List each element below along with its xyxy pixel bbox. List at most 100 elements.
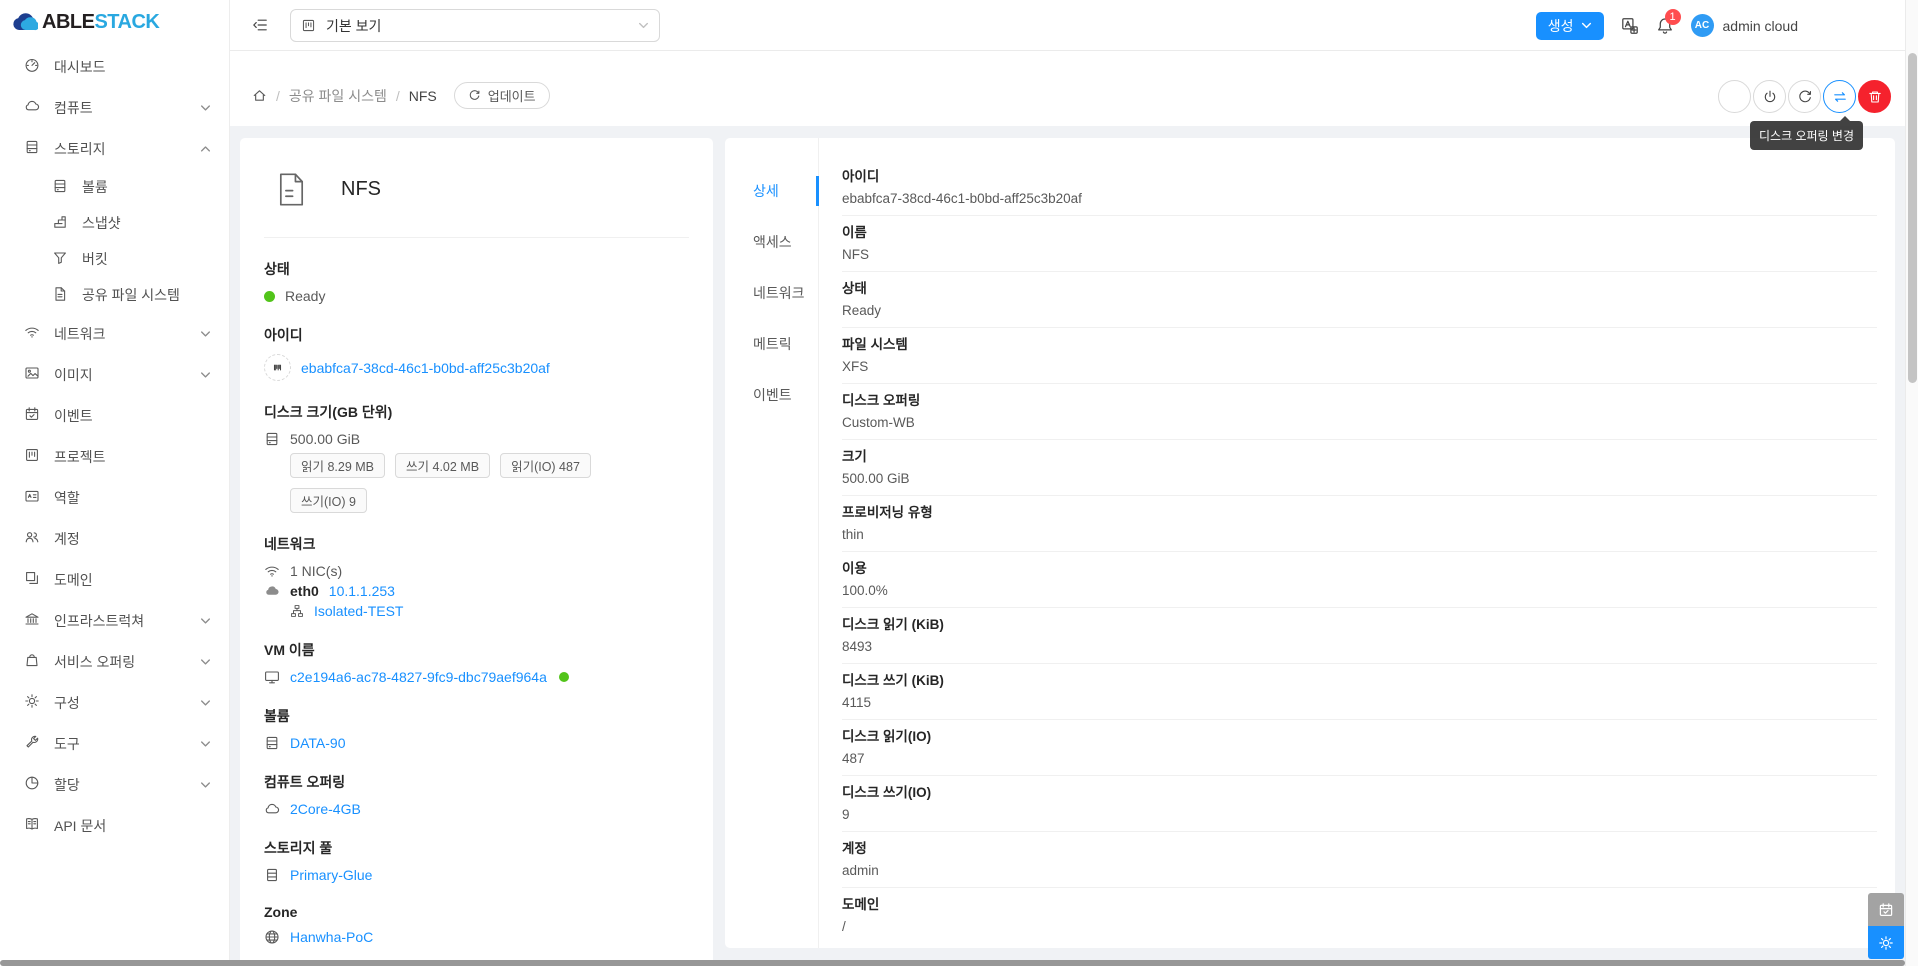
sidebar: ABLESTACK 대시보드 컴퓨트 스토리지 볼륨 스냅샷 버킷 공유 파일 … xyxy=(0,0,230,966)
vertical-scrollbar-thumb[interactable] xyxy=(1908,53,1917,383)
sidebar-nav: 대시보드 컴퓨트 스토리지 볼륨 스냅샷 버킷 공유 파일 시스템 네트워크 이… xyxy=(0,44,229,846)
horizontal-scrollbar-thumb[interactable] xyxy=(0,960,1905,966)
notification-badge: 1 xyxy=(1664,8,1681,25)
pie-chart-icon xyxy=(24,775,40,794)
gear-icon xyxy=(24,693,40,712)
chevron-down-icon xyxy=(200,102,211,113)
network-name-row: Isolated-TEST xyxy=(290,603,689,619)
delete-button[interactable] xyxy=(1858,80,1891,113)
zone-label: Zone xyxy=(264,904,298,920)
sidebar-item-domains[interactable]: 도메인 xyxy=(0,559,229,600)
sidebar-item-api-docs[interactable]: API 문서 xyxy=(0,805,229,846)
vm-link[interactable]: c2e194a6-ac78-4827-9fc9-dbc79aef964a xyxy=(290,669,547,685)
network-name-link[interactable]: Isolated-TEST xyxy=(314,603,403,619)
dashboard-icon xyxy=(24,57,40,76)
sidebar-item-buckets[interactable]: 버킷 xyxy=(0,241,229,277)
detail-row: 디스크 읽기 (KiB) 8493 xyxy=(842,608,1877,664)
nic-ip-link[interactable]: 10.1.1.253 xyxy=(329,583,395,599)
volume-link[interactable]: DATA-90 xyxy=(290,735,346,751)
view-selector[interactable]: 기본 보기 xyxy=(290,9,660,42)
vm-row: c2e194a6-ac78-4827-9fc9-dbc79aef964a xyxy=(264,669,689,685)
restart-button[interactable] xyxy=(1788,80,1821,113)
compute-offering-link[interactable]: 2Core-4GB xyxy=(290,801,361,817)
vm-name-label: VM 이름 xyxy=(264,642,315,658)
breadcrumb-separator: / xyxy=(276,87,280,104)
storage-pool-link[interactable]: Primary-Glue xyxy=(290,867,372,883)
avatar: AC xyxy=(1690,14,1714,37)
user-menu[interactable]: AC admin cloud xyxy=(1690,14,1799,37)
tab-events[interactable]: 이벤트 xyxy=(725,374,818,416)
tab-network[interactable]: 네트워크 xyxy=(725,272,818,314)
vm-status-dot xyxy=(558,672,569,682)
detail-row: 디스크 오퍼링 Custom-WB xyxy=(842,384,1877,440)
brand-logo[interactable]: ABLESTACK xyxy=(0,0,229,44)
tooltip: 디스크 오퍼링 변경 xyxy=(1750,116,1863,150)
update-button[interactable]: 업데이트 xyxy=(453,82,550,109)
edit-button[interactable] xyxy=(1718,80,1751,113)
change-disk-offering-button[interactable] xyxy=(1823,80,1856,113)
resource-id-link[interactable]: ebabfca7-38cd-46c1-b0bd-aff25c3b20af xyxy=(301,360,550,376)
disk-read-io-badge: 읽기(IO) 487 xyxy=(500,453,591,478)
disk-io-badges: 읽기 8.29 MB 쓰기 4.02 MB 읽기(IO) 487 쓰기(IO) … xyxy=(290,453,620,513)
home-icon[interactable] xyxy=(252,88,267,103)
file-text-icon xyxy=(278,172,305,207)
tab-metrics[interactable]: 메트릭 xyxy=(725,323,818,365)
detail-row: 계정 admin xyxy=(842,832,1877,888)
sidebar-item-tools[interactable]: 도구 xyxy=(0,723,229,764)
cloud-logo-icon xyxy=(12,11,38,33)
sidebar-item-storage[interactable]: 스토리지 xyxy=(0,128,229,169)
hdd-icon xyxy=(264,431,280,447)
power-button[interactable] xyxy=(1753,80,1786,113)
page: ABLESTACK 대시보드 컴퓨트 스토리지 볼륨 스냅샷 버킷 공유 파일 … xyxy=(0,0,1918,966)
storage-pool-label: 스토리지 풀 xyxy=(264,840,333,856)
detail-row: 파일 시스템 XFS xyxy=(842,328,1877,384)
sidebar-item-volumes[interactable]: 볼륨 xyxy=(0,169,229,205)
notifications-bell[interactable]: 1 xyxy=(1656,8,1681,35)
settings-button[interactable] xyxy=(1868,926,1904,959)
event-timeline-button[interactable] xyxy=(1868,893,1904,926)
sidebar-item-shared-filesystems[interactable]: 공유 파일 시스템 xyxy=(0,277,229,313)
sidebar-item-configuration[interactable]: 구성 xyxy=(0,682,229,723)
zone-link[interactable]: Hanwha-PoC xyxy=(290,929,373,945)
detail-tabs: 상세 액세스 네트워크 메트릭 이벤트 xyxy=(725,138,819,948)
wifi-icon xyxy=(264,563,280,579)
network-label: 네트워크 xyxy=(264,536,316,552)
nic-name: eth0 xyxy=(290,583,319,599)
detail-row: 이름 NFS xyxy=(842,216,1877,272)
topbar-right: 생성 1 AC admin cloud xyxy=(1535,0,1799,51)
menu-fold-icon[interactable] xyxy=(252,17,268,33)
disk-write-io-badge: 쓰기(IO) 9 xyxy=(290,488,367,513)
chevron-down-icon xyxy=(200,656,211,667)
divider xyxy=(264,237,689,238)
sidebar-item-network[interactable]: 네트워크 xyxy=(0,313,229,354)
sidebar-item-projects[interactable]: 프로젝트 xyxy=(0,436,229,477)
tab-access[interactable]: 액세스 xyxy=(725,221,818,263)
translate-icon[interactable] xyxy=(1621,17,1639,35)
sidebar-item-snapshots[interactable]: 스냅샷 xyxy=(0,205,229,241)
cloud-icon xyxy=(264,801,280,817)
detail-list: 아이디 ebabfca7-38cd-46c1-b0bd-aff25c3b20af … xyxy=(819,138,1895,948)
sidebar-item-compute[interactable]: 컴퓨트 xyxy=(0,87,229,128)
sidebar-item-dashboard[interactable]: 대시보드 xyxy=(0,46,229,87)
detail-row: 디스크 쓰기(IO) 9 xyxy=(842,776,1877,832)
volume-icon xyxy=(264,735,280,751)
status-dot xyxy=(264,290,275,302)
sidebar-item-images[interactable]: 이미지 xyxy=(0,354,229,395)
volume-icon xyxy=(52,178,68,197)
breadcrumb-shared-filesystems[interactable]: 공유 파일 시스템 xyxy=(289,86,387,106)
sidebar-item-allocation[interactable]: 할당 xyxy=(0,764,229,805)
breadcrumb-current: NFS xyxy=(408,87,437,104)
sidebar-item-service-offerings[interactable]: 서비스 오퍼링 xyxy=(0,641,229,682)
breadcrumb-band: / 공유 파일 시스템 / NFS 업데이트 xyxy=(230,51,1918,126)
sidebar-item-accounts[interactable]: 계정 xyxy=(0,518,229,559)
shopping-bag-icon xyxy=(24,652,40,671)
create-button[interactable]: 생성 xyxy=(1535,11,1604,40)
sidebar-item-events[interactable]: 이벤트 xyxy=(0,395,229,436)
detail-row: 이용 100.0% xyxy=(842,552,1877,608)
sidebar-item-roles[interactable]: 역할 xyxy=(0,477,229,518)
sidebar-item-infrastructure[interactable]: 인프라스트럭쳐 xyxy=(0,600,229,641)
username: admin cloud xyxy=(1722,17,1799,34)
cloud-icon xyxy=(24,98,40,117)
detail-row: 아이디 ebabfca7-38cd-46c1-b0bd-aff25c3b20af xyxy=(842,160,1877,216)
tab-details[interactable]: 상세 xyxy=(725,170,819,212)
